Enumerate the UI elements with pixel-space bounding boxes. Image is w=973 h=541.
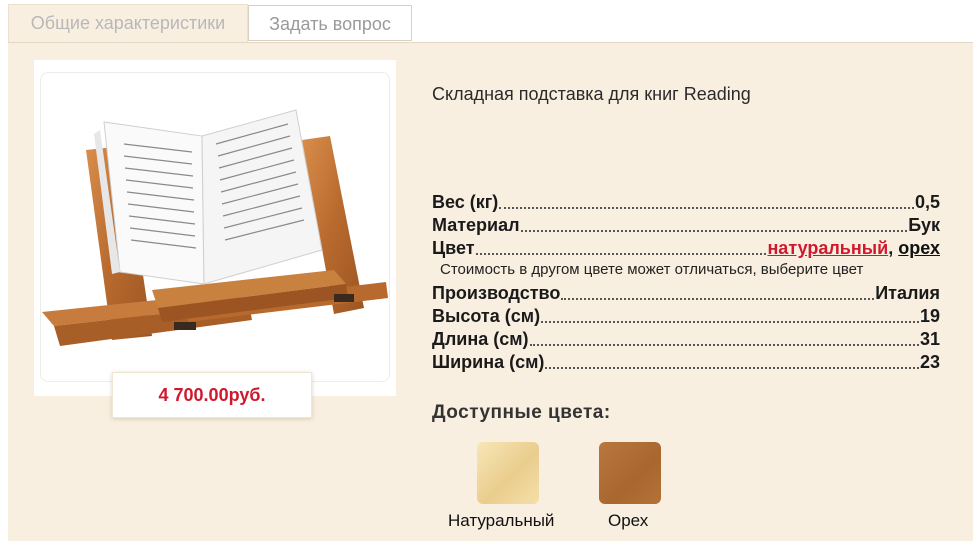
color-option-walnut-link[interactable]: орех [898,238,940,258]
spec-value: Бук [908,215,940,235]
color-swatch-walnut[interactable] [599,442,661,504]
spec-row-height: Высота (см) 19 [432,304,940,327]
spec-leader-dots [520,229,908,232]
price-tag: 4 700.00руб. [112,372,312,418]
tab-general[interactable]: Общие характеристики [8,4,248,43]
spec-value: 19 [919,306,940,326]
spec-value: Италия [875,283,940,303]
spec-row-origin: Производство Италия [432,281,940,304]
spec-row-width: Ширина (см) 23 [432,350,940,373]
book-stand-illustration [42,109,388,346]
spec-row-length: Длина (см) 31 [432,327,940,350]
spec-leader-dots [541,320,919,323]
color-swatch-label-natural: Натуральный [448,511,555,530]
spec-leader-dots [545,366,919,369]
spec-value: 31 [919,329,940,349]
spec-leader-dots [561,297,875,300]
spec-leader-dots [475,252,767,255]
color-price-note: Стоимость в другом цвете может отличатьс… [440,261,864,278]
spec-row-material: Материал Бук [432,213,940,236]
available-colors-title: Доступные цвета: [432,402,611,423]
color-option-natural-link[interactable]: натуральный [767,238,888,258]
spec-leader-dots [499,206,914,209]
tab-ask-question[interactable]: Задать вопрос [248,5,412,41]
tab-bar: Общие характеристики Задать вопрос [8,4,412,43]
color-swatch-natural[interactable] [477,442,539,504]
spec-key: Производство [432,283,561,303]
spec-key: Длина (см) [432,329,529,349]
spec-key: Вес (кг) [432,192,499,212]
spec-row-color: Цвет натуральный, орех [432,236,940,259]
product-title: Складная подставка для книг Reading [432,84,751,104]
spec-value: натуральный, орех [767,238,940,259]
product-image [34,60,396,396]
spec-value: 0,5 [914,192,940,212]
color-separator: , [888,238,894,258]
spec-key: Ширина (см) [432,352,545,372]
spec-row-weight: Вес (кг) 0,5 [432,190,940,213]
spec-leader-dots [529,343,919,346]
spec-key: Материал [432,215,520,235]
spec-value: 23 [919,352,940,372]
spec-list: Вес (кг) 0,5 Материал Бук Цвет натуральн… [432,190,940,373]
spec-key: Высота (см) [432,306,541,326]
spec-key: Цвет [432,238,475,258]
color-swatch-label-walnut: Орех [608,511,649,530]
